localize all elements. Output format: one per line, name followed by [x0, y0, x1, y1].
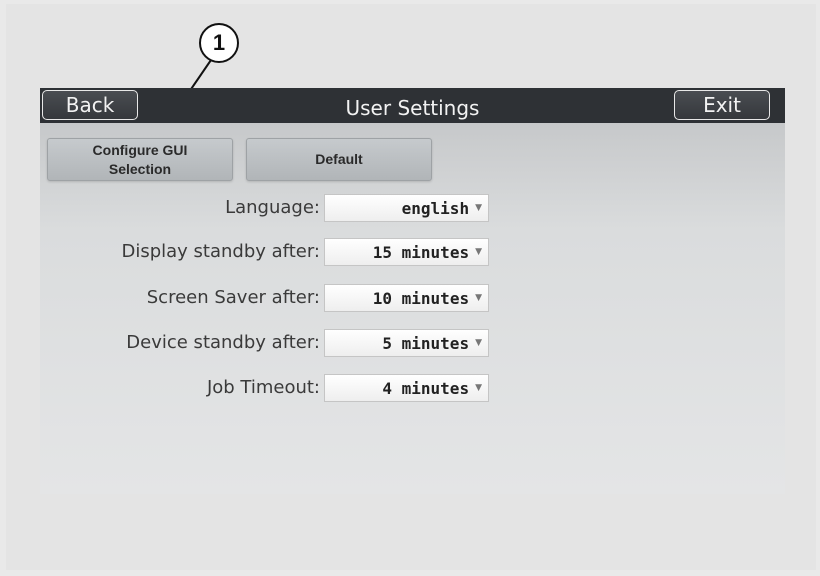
- job-timeout-value: 4 minutes: [382, 378, 470, 398]
- job-timeout-select[interactable]: 4 minutes ▼: [324, 374, 489, 402]
- setting-row-language: Language: english ▼: [40, 194, 785, 222]
- setting-row-display-standby: Display standby after: 15 minutes ▼: [40, 238, 785, 266]
- setting-row-screen-saver: Screen Saver after: 10 minutes ▼: [40, 284, 785, 312]
- display-standby-select[interactable]: 15 minutes ▼: [324, 238, 489, 266]
- callout-number: 1: [199, 23, 239, 63]
- device-standby-value: 5 minutes: [382, 333, 470, 353]
- user-settings-screen: Back User Settings Exit Configure GUI Se…: [40, 88, 785, 494]
- chevron-down-icon: ▼: [475, 203, 482, 213]
- chevron-down-icon: ▼: [475, 247, 482, 257]
- device-standby-select[interactable]: 5 minutes ▼: [324, 329, 489, 357]
- display-standby-label: Display standby after:: [121, 241, 320, 262]
- device-standby-label: Device standby after:: [126, 332, 320, 353]
- screen-saver-select[interactable]: 10 minutes ▼: [324, 284, 489, 312]
- screen-saver-value: 10 minutes: [372, 288, 470, 308]
- setting-row-device-standby: Device standby after: 5 minutes ▼: [40, 329, 785, 357]
- display-standby-value: 15 minutes: [372, 242, 470, 262]
- exit-button[interactable]: Exit: [674, 90, 770, 120]
- screen-saver-label: Screen Saver after:: [146, 287, 320, 308]
- job-timeout-label: Job Timeout:: [206, 377, 320, 398]
- language-label: Language:: [225, 197, 320, 218]
- title-bar: Back User Settings Exit: [40, 88, 785, 123]
- chevron-down-icon: ▼: [475, 293, 482, 303]
- language-select[interactable]: english ▼: [324, 194, 489, 222]
- language-value: english: [401, 198, 470, 218]
- default-button[interactable]: Default: [246, 138, 432, 181]
- setting-row-job-timeout: Job Timeout: 4 minutes ▼: [40, 374, 785, 402]
- chevron-down-icon: ▼: [475, 383, 482, 393]
- configure-gui-selection-button[interactable]: Configure GUI Selection: [47, 138, 233, 181]
- chevron-down-icon: ▼: [475, 338, 482, 348]
